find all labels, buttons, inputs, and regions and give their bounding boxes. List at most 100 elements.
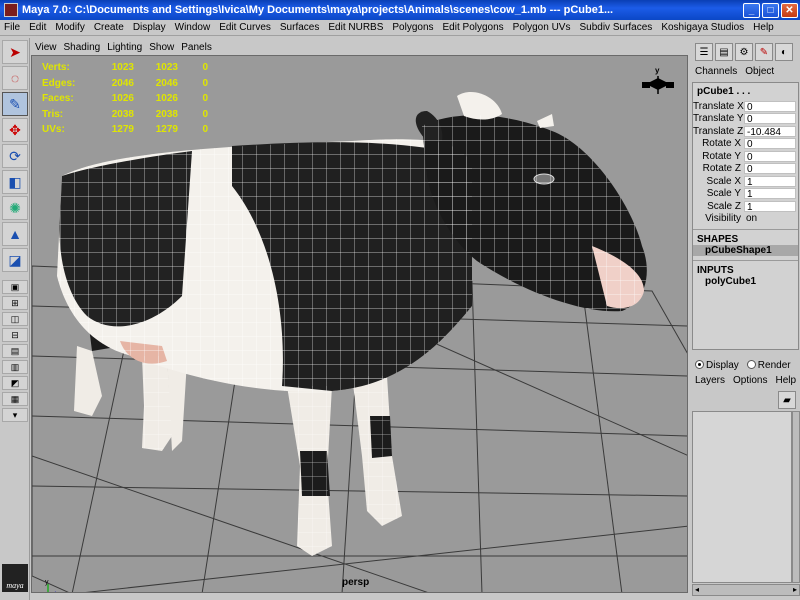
maximize-button[interactable]: □ [762, 2, 779, 18]
view-cube-label: y [655, 66, 660, 75]
render-radio-dot [746, 360, 756, 370]
inputs-header: INPUTS [693, 260, 798, 276]
layout-single-pane-icon[interactable]: ▣ [2, 280, 28, 294]
attr-translate-y[interactable]: Translate Y0 [693, 113, 798, 125]
menu-display[interactable]: Display [133, 22, 166, 33]
select-tool-icon[interactable]: ➤ [2, 40, 28, 64]
camera-label: persp [342, 577, 370, 588]
layout-custom-icon[interactable]: ▦ [2, 392, 28, 406]
universal-manipulator-icon[interactable]: ✺ [2, 196, 28, 220]
perspective-viewport[interactable]: Verts: 1023 1023 0 Edges: 2046 2046 0 Fa… [31, 55, 688, 593]
render-icon[interactable]: ◐ [775, 43, 793, 61]
move-tool-icon[interactable]: ✥ [2, 118, 28, 142]
tab-channels[interactable]: Channels [695, 66, 737, 80]
render-radio[interactable]: Render [746, 360, 791, 371]
axis-y-label: y [45, 579, 49, 586]
menu-file[interactable]: File [4, 22, 20, 33]
scroll-left-icon[interactable]: ◂ [695, 585, 699, 595]
attr-rotate-y[interactable]: Rotate Y0 [693, 150, 798, 163]
menu-modify[interactable]: Modify [55, 22, 84, 33]
layer-button-bar: ▰ [692, 390, 800, 410]
menu-edit-curves[interactable]: Edit Curves [219, 22, 271, 33]
cow-model[interactable] [57, 92, 647, 556]
viewport-menu-shading[interactable]: Shading [64, 42, 101, 53]
display-radio-dot [695, 360, 704, 370]
paint-tool-icon[interactable]: ✎ [755, 43, 773, 61]
soft-modification-icon[interactable]: ▲ [2, 222, 28, 246]
maya-logo: maya [2, 564, 28, 592]
input-node[interactable]: polyCube1 [693, 276, 798, 287]
title-bar: Maya 7.0: C:\Documents and Settings\Ivic… [0, 0, 800, 20]
close-button[interactable]: ✕ [781, 2, 798, 18]
layout-hypershade-icon[interactable]: ▤ [2, 344, 28, 358]
toolbox: ➤ ◌ ✎ ✥ ⟳ ◧ ✺ ▲ ◪ ▣ ⊞ ◫ ⊟ ▤ ▥ ◩ ▦ ▾ maya [0, 38, 30, 600]
show-manipulator-icon[interactable]: ◪ [2, 248, 28, 272]
new-layer-icon[interactable]: ▰ [778, 391, 796, 409]
attr-translate-x[interactable]: Translate X0 [693, 100, 798, 113]
rotate-tool-icon[interactable]: ⟳ [2, 144, 28, 168]
window-title: Maya 7.0: C:\Documents and Settings\Ivic… [22, 4, 614, 16]
menu-edit-nurbs[interactable]: Edit NURBS [328, 22, 383, 33]
layout-outliner-graph-icon[interactable]: ◩ [2, 376, 28, 390]
menu-create[interactable]: Create [94, 22, 124, 33]
channel-box-tabs: Channels Object [692, 66, 800, 80]
menu-polygons[interactable]: Polygons [392, 22, 433, 33]
layer-editor-menu: Layers Options Help [692, 375, 800, 389]
menu-edit-polygons[interactable]: Edit Polygons [443, 22, 504, 33]
hud-row-edges: Edges: 2046 2046 0 [42, 77, 208, 89]
attr-visibility[interactable]: Visibility on [693, 213, 798, 226]
attr-rotate-z[interactable]: Rotate Z0 [693, 163, 798, 175]
layer-menu-options[interactable]: Options [733, 375, 767, 389]
layout-persp-hypershade-icon[interactable]: ▥ [2, 360, 28, 374]
layer-list-horizontal-scrollbar[interactable]: ◂ ▸ [692, 584, 800, 596]
attribute-editor-icon[interactable]: ▤ [715, 43, 733, 61]
attr-scale-y[interactable]: Scale Y1 [693, 188, 798, 200]
tab-object[interactable]: Object [745, 66, 774, 80]
viewport-menu-bar: View Shading Lighting Show Panels [31, 40, 688, 54]
scroll-right-icon[interactable]: ▸ [793, 585, 797, 595]
menu-edit[interactable]: Edit [29, 22, 46, 33]
maya-app-icon[interactable] [4, 3, 18, 17]
menu-help[interactable]: Help [753, 22, 774, 33]
layer-mode-radios: Display Render [692, 357, 800, 373]
attr-translate-z[interactable]: Translate Z -10.484 [693, 125, 798, 138]
viewport-menu-view[interactable]: View [35, 42, 57, 53]
layout-persp-graph-icon[interactable]: ⊟ [2, 328, 28, 342]
layer-menu-help[interactable]: Help [775, 375, 796, 389]
menu-subdiv-surfaces[interactable]: Subdiv Surfaces [579, 22, 652, 33]
menu-window[interactable]: Window [175, 22, 211, 33]
paint-select-tool-icon[interactable]: ✎ [2, 92, 28, 116]
hud-row-uvs: UVs: 1279 1279 0 [42, 124, 208, 136]
lasso-tool-icon[interactable]: ◌ [2, 66, 28, 90]
tool-settings-icon[interactable]: ⚙ [735, 43, 753, 61]
attr-scale-z[interactable]: Scale Z1 [693, 200, 798, 213]
viewport-menu-show[interactable]: Show [149, 42, 174, 53]
layout-persp-outliner-icon[interactable]: ◫ [2, 312, 28, 326]
viewport-menu-lighting[interactable]: Lighting [107, 42, 142, 53]
viewport-menu-panels[interactable]: Panels [181, 42, 212, 53]
view-cube-icon[interactable]: y [638, 64, 678, 100]
hud-row-tris: Tris: 2038 2038 0 [42, 108, 208, 120]
layer-list-vertical-scrollbar[interactable] [792, 411, 800, 583]
attr-scale-x[interactable]: Scale X1 [693, 175, 798, 188]
channel-box-layout-icon[interactable]: ☰ [695, 43, 713, 61]
shape-node[interactable]: pCubeShape1 [693, 245, 798, 256]
menu-polygon-uvs[interactable]: Polygon UVs [513, 22, 571, 33]
display-radio[interactable]: Display [695, 360, 739, 371]
hud-row-verts: Verts: 1023 1023 0 [42, 62, 208, 74]
hud-row-faces: Faces: 1026 1026 0 [42, 93, 208, 105]
menu-koshigaya-studios[interactable]: Koshigaya Studios [661, 22, 744, 33]
main-menu-bar: File Edit Modify Create Display Window E… [0, 20, 800, 36]
layer-menu-layers[interactable]: Layers [695, 375, 725, 389]
menu-surfaces[interactable]: Surfaces [280, 22, 319, 33]
poly-count-hud: Verts: 1023 1023 0 Edges: 2046 2046 0 Fa… [42, 60, 208, 138]
selected-object-name[interactable]: pCube1 . . . [693, 83, 798, 100]
layer-list[interactable] [692, 411, 792, 583]
layout-dropdown-icon[interactable]: ▾ [2, 408, 28, 422]
layout-four-pane-icon[interactable]: ⊞ [2, 296, 28, 310]
scale-tool-icon[interactable]: ◧ [2, 170, 28, 194]
attr-rotate-x[interactable]: Rotate X0 [693, 138, 798, 150]
channel-box: pCube1 . . . Translate X0 Translate Y0 T… [692, 82, 799, 350]
channel-box-toolbar: ☰ ▤ ⚙ ✎ ◐ [692, 40, 800, 64]
minimize-button[interactable]: _ [743, 2, 760, 18]
